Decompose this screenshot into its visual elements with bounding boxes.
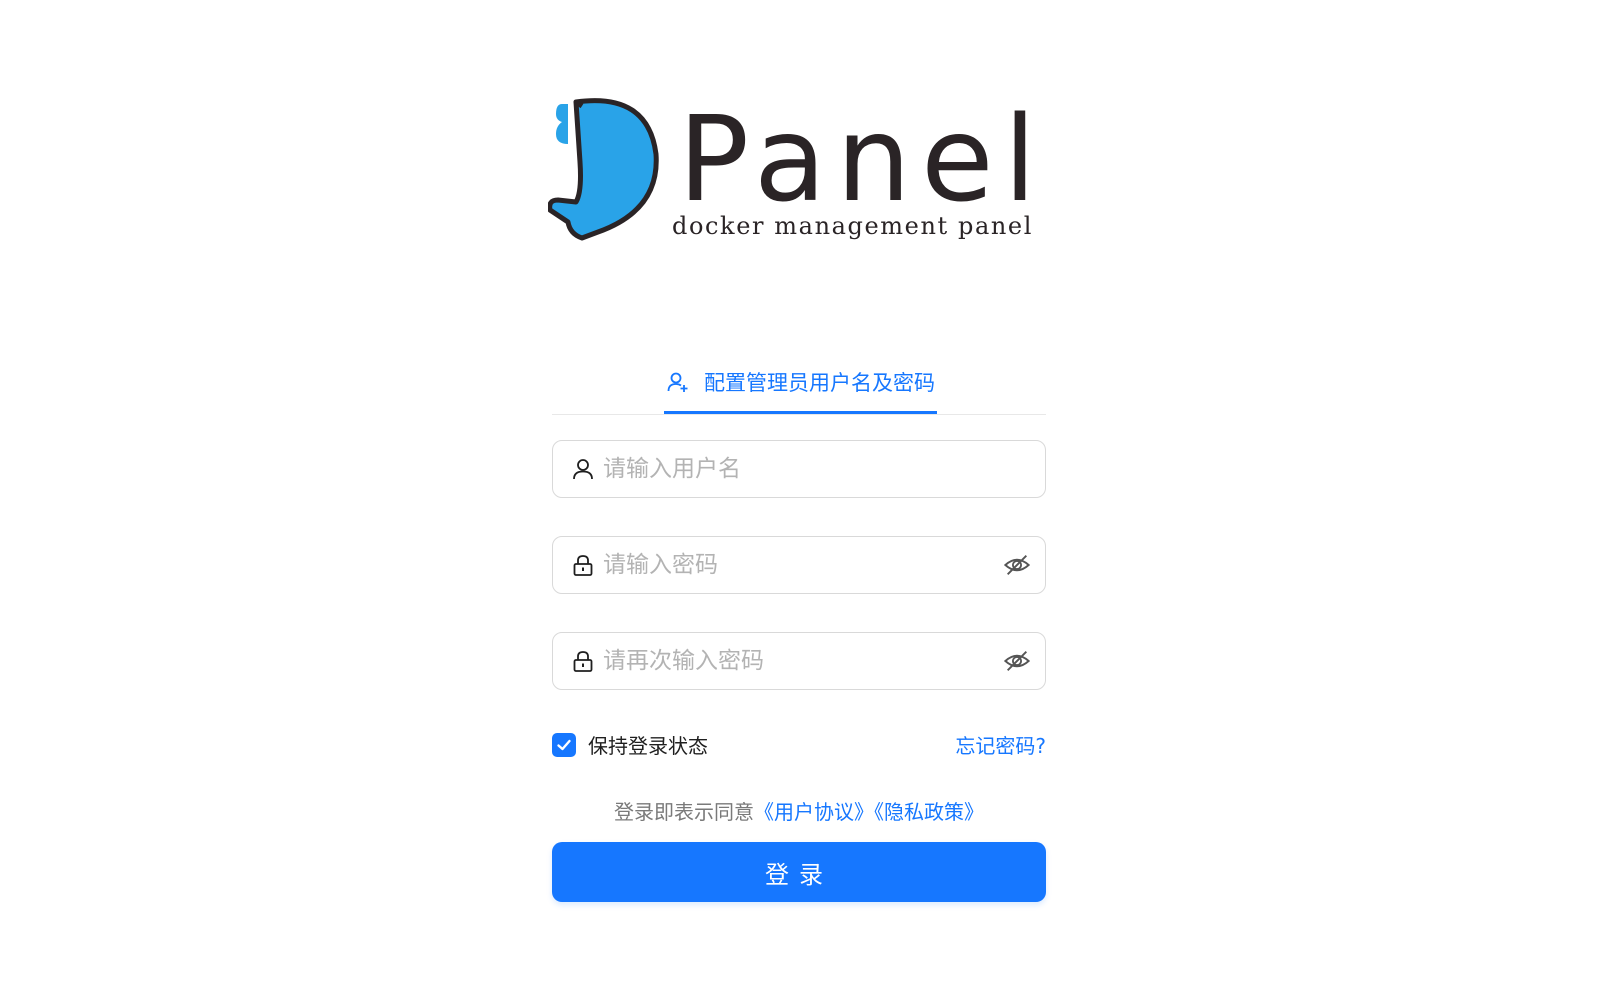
logo-title: Panel: [678, 92, 1038, 228]
lock-icon: [573, 555, 593, 576]
username-input[interactable]: [603, 456, 1031, 482]
agreement-prefix: 登录即表示同意: [614, 800, 754, 824]
remember-label: 保持登录状态: [588, 734, 708, 758]
privacy-link[interactable]: 《隐私政策》: [874, 800, 984, 824]
lock-icon: [573, 651, 593, 672]
login-tabs: 配置管理员用户名及密码: [552, 352, 1046, 415]
confirm-password-input[interactable]: [603, 648, 1003, 674]
remember-checkbox[interactable]: 保持登录状态: [552, 730, 708, 759]
password-field[interactable]: [552, 536, 1046, 594]
tab-label: 配置管理员用户名及密码: [704, 370, 935, 395]
user-add-icon: [667, 372, 688, 392]
agreement-text: 登录即表示同意《用户协议》《隐私政策》: [552, 796, 1046, 825]
whale-logo-icon: [548, 98, 659, 241]
user-icon: [573, 459, 593, 480]
checkbox-checked[interactable]: [552, 732, 576, 757]
check-icon: [557, 739, 571, 750]
eye-off-icon[interactable]: [1003, 551, 1031, 579]
password-input[interactable]: [603, 552, 1003, 578]
forgot-password-link[interactable]: 忘记密码?: [955, 730, 1046, 759]
confirm-password-field[interactable]: [552, 632, 1046, 690]
username-field[interactable]: [552, 440, 1046, 498]
app-logo: Panel docker management panel: [548, 92, 1038, 252]
eye-off-icon[interactable]: [1003, 647, 1031, 675]
logo-subtitle: docker management panel: [672, 212, 1033, 240]
login-button[interactable]: 登录: [552, 842, 1046, 902]
terms-link[interactable]: 《用户协议》: [754, 800, 874, 824]
login-options: 保持登录状态 忘记密码?: [552, 728, 1046, 758]
tab-admin-setup[interactable]: 配置管理员用户名及密码: [664, 352, 937, 414]
